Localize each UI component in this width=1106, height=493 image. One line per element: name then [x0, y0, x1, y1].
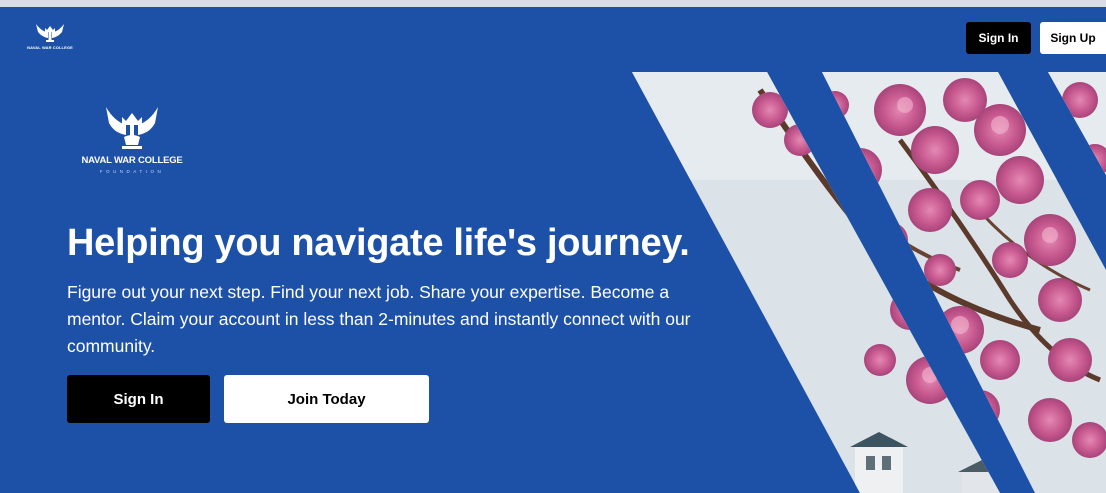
eagle-trident-emblem-icon	[106, 107, 158, 149]
hero-logo-subtitle: FOUNDATION	[99, 169, 165, 174]
hero-signin-button[interactable]: Sign In	[67, 375, 210, 423]
hero-headline: Helping you navigate life's journey.	[67, 222, 690, 264]
join-today-button[interactable]: Join Today	[224, 375, 429, 423]
nav-logo[interactable]: NAVAL WAR COLLEGE	[26, 20, 74, 52]
eagle-trident-emblem-icon	[36, 24, 64, 42]
hero-logo: NAVAL WAR COLLEGE FOUNDATION	[76, 103, 188, 178]
nav-logo-text: NAVAL WAR COLLEGE	[27, 45, 73, 50]
nav-signin-button[interactable]: Sign In	[966, 22, 1031, 54]
hero-subtext: Figure out your next step. Find your nex…	[67, 282, 691, 356]
hero-logo-name: NAVAL WAR COLLEGE	[81, 155, 183, 166]
nav-signup-button[interactable]: Sign Up	[1040, 22, 1106, 54]
landing-page: NAVAL WAR COLLEGE Sign In Sign Up NAVAL …	[0, 0, 1106, 493]
